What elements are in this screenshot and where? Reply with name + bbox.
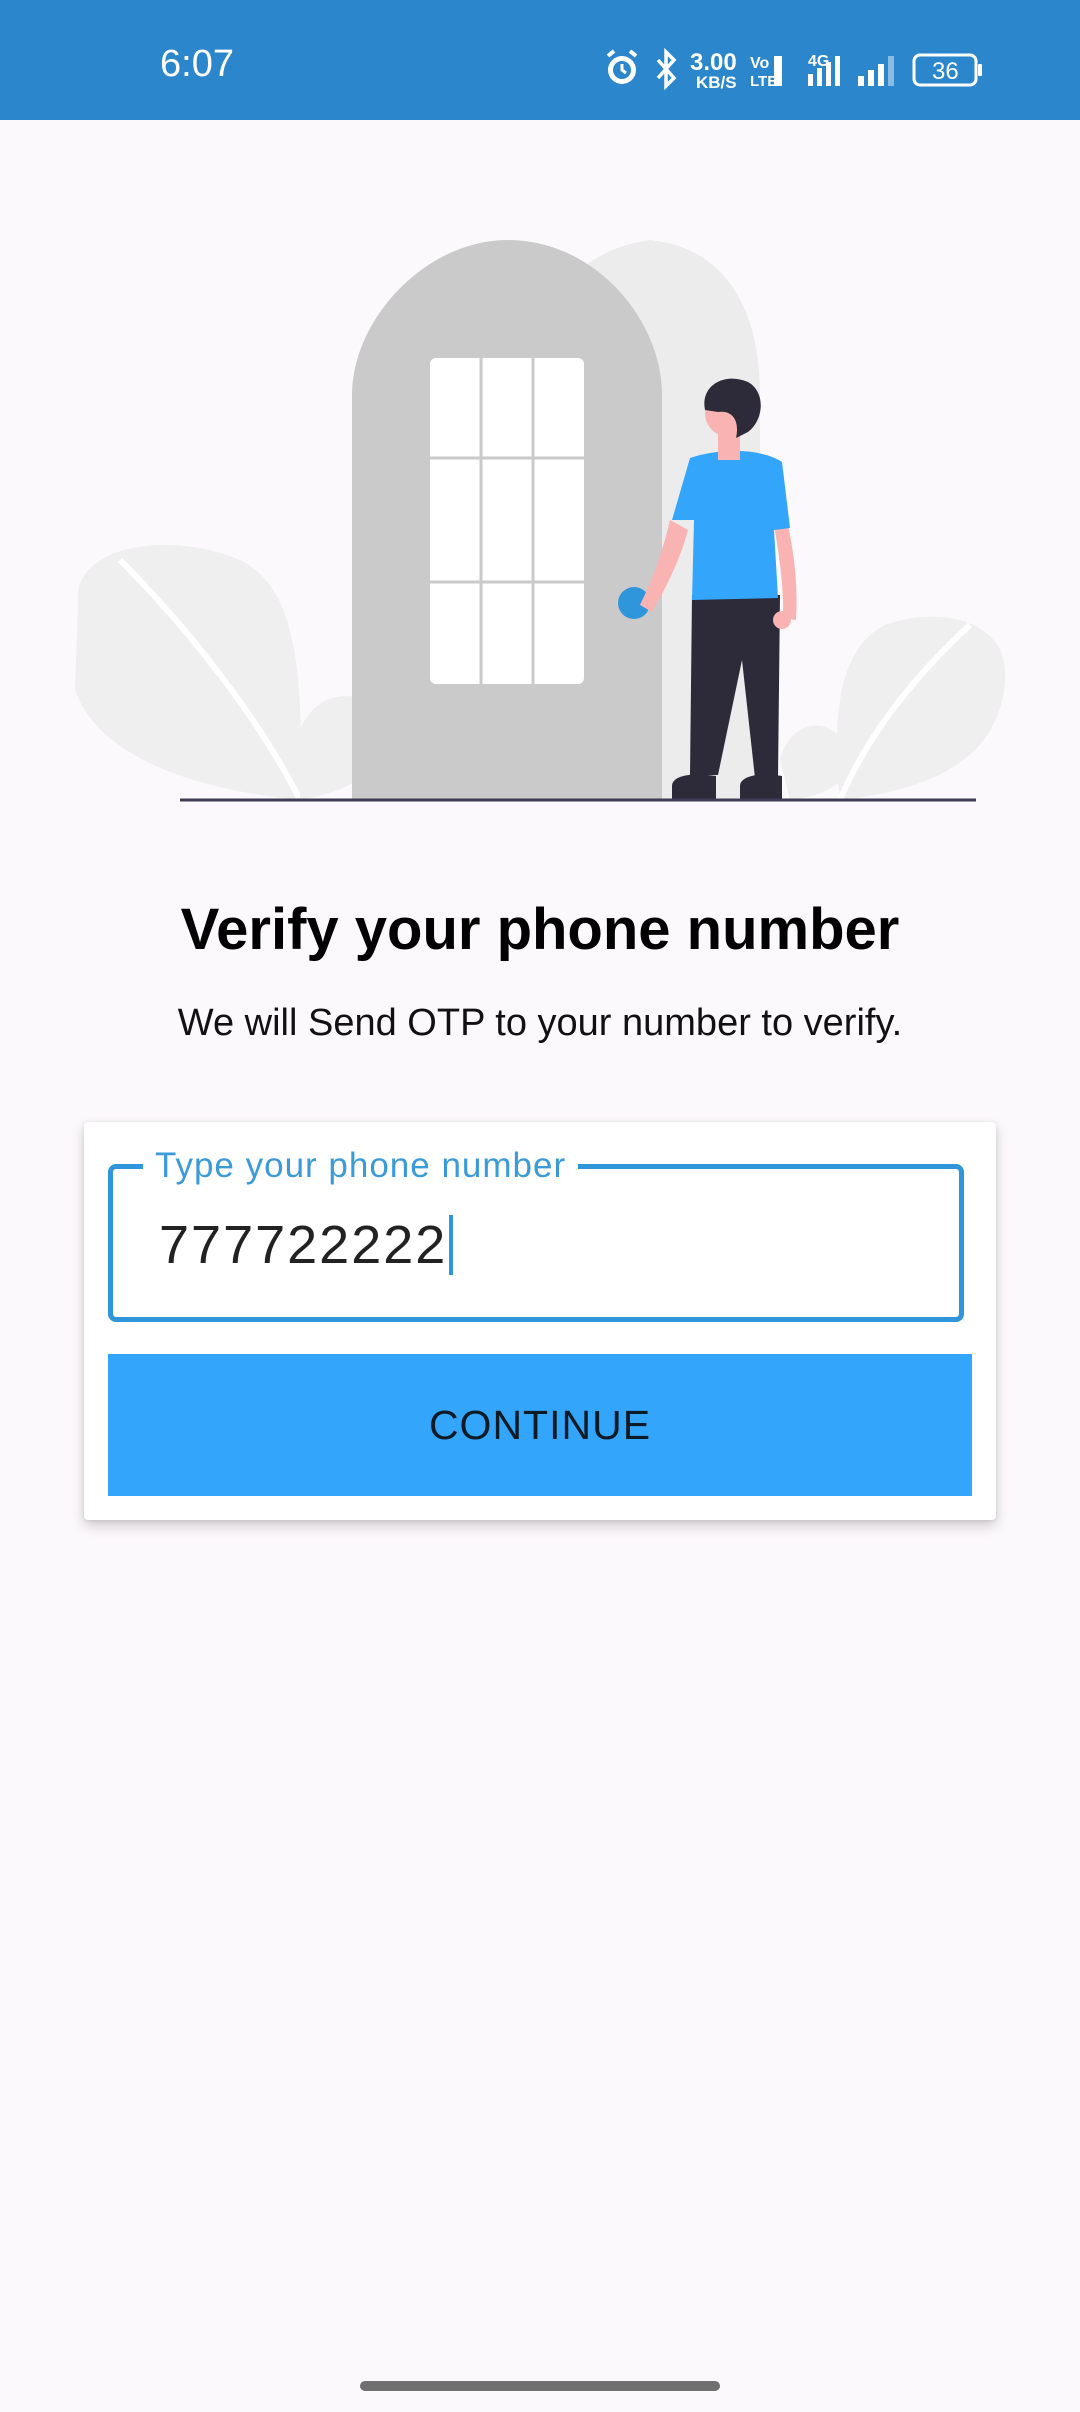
plant-left [75,545,391,802]
signal-4g-icon: 4G [808,53,840,86]
phone-number-input[interactable]: 777722222 [159,1215,454,1275]
battery-icon: 36 [912,53,982,87]
phone-number-value: 777722222 [159,1215,448,1275]
signal-icon [858,56,894,86]
status-bar: 6:07 3.00 KB/S Vo LTE 4G 36 [0,0,1080,120]
svg-text:3.00: 3.00 [690,49,737,76]
phone-number-field[interactable]: Type your phone number 777722222 [108,1141,964,1322]
net-speed-indicator: 3.00 KB/S [690,49,737,90]
status-icons: 3.00 KB/S Vo LTE 4G 36 [602,48,1002,90]
volte-indicator: Vo LTE [750,55,782,90]
door-window [430,358,584,684]
continue-button[interactable]: CONTINUE [108,1354,972,1496]
home-indicator[interactable] [360,2381,720,2391]
phone-form-card: Type your phone number 777722222 CONTINU… [84,1122,996,1520]
door-illustration [0,120,1080,820]
page-title: Verify your phone number [180,897,900,962]
page-subtitle: We will Send OTP to your number to verif… [177,1002,903,1044]
svg-text:Vo: Vo [750,55,769,72]
text-caret [449,1215,454,1275]
phone-number-label: Type your phone number [143,1141,579,1191]
alarm-icon [606,49,638,84]
svg-text:KB/S: KB/S [696,73,737,90]
status-time: 6:07 [160,43,234,85]
svg-text:LTE: LTE [750,73,777,90]
bluetooth-icon [656,48,677,90]
plant-right [780,616,1006,802]
svg-text:36: 36 [932,58,959,85]
